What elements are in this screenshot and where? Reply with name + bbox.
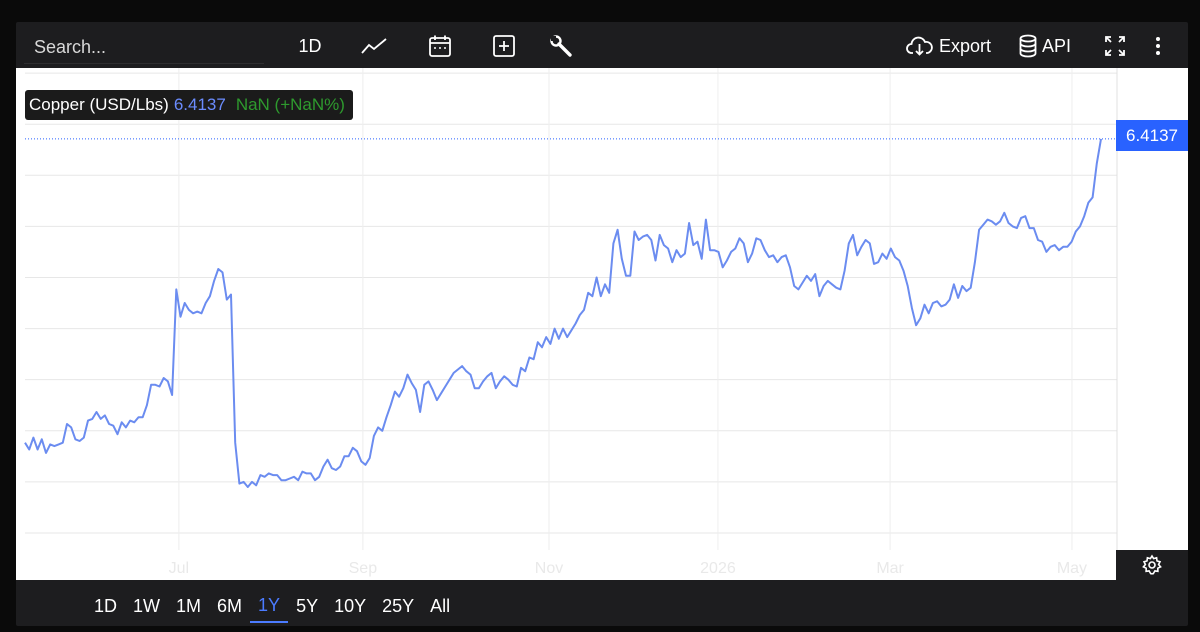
x-tick-label: Sep <box>349 560 378 577</box>
series-line-copper <box>24 138 1102 488</box>
range-10y[interactable]: 10Y <box>326 589 374 623</box>
x-tick-label: Nov <box>535 560 563 577</box>
x-tick-label: Mar <box>876 560 904 577</box>
range-1w[interactable]: 1W <box>125 589 168 623</box>
x-tick-label: May <box>1057 560 1087 577</box>
last-price-tag: 6.4137 <box>1116 120 1188 151</box>
range-1m[interactable]: 1M <box>168 589 209 623</box>
range-25y[interactable]: 25Y <box>374 589 422 623</box>
range-5y[interactable]: 5Y <box>288 589 326 623</box>
x-tick-label: 2026 <box>700 560 736 577</box>
legend-series-name: Copper (USD/Lbs) <box>29 95 169 114</box>
legend-change: NaN (+NaN%) <box>235 95 345 114</box>
x-tick-label: Jul <box>169 560 189 577</box>
gear-icon <box>1142 554 1162 575</box>
range-1y[interactable]: 1Y <box>250 589 289 623</box>
range-6m[interactable]: 6M <box>209 589 250 623</box>
range-all[interactable]: All <box>422 589 458 623</box>
time-range-selector: 1D 1W 1M 6M 1Y 5Y 10Y 25Y All <box>86 588 458 624</box>
legend-value: 6.4137 <box>173 95 226 114</box>
range-1d[interactable]: 1D <box>86 589 125 623</box>
chart-settings-button[interactable] <box>1116 550 1188 580</box>
series-legend: Copper (USD/Lbs) 6.4137 NaN (+NaN%) <box>25 90 353 120</box>
